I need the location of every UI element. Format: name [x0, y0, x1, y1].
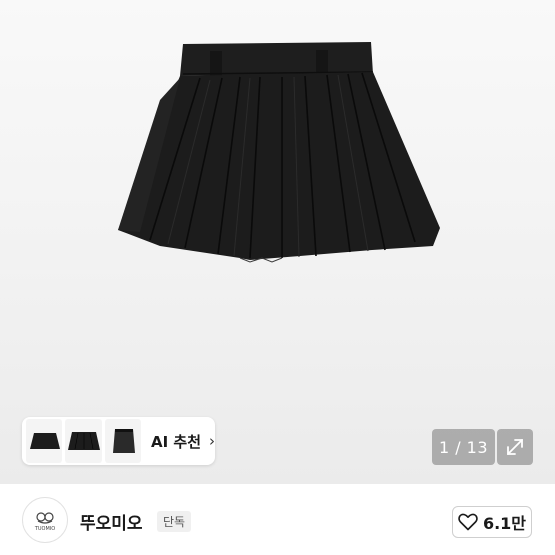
shop-logo-icon	[36, 512, 54, 524]
image-counter: 1 / 13	[432, 429, 495, 465]
shop-logo-text: TUOMIO	[34, 526, 56, 532]
shop-name[interactable]: 뚜오미오	[80, 509, 143, 534]
product-image-viewer[interactable]: AI 추천 › 1 / 13	[0, 0, 555, 484]
product-image-skirt	[118, 42, 440, 263]
thumbnail-strip: AI 추천 ›	[22, 417, 215, 465]
like-count: 6.1만	[482, 514, 527, 533]
expand-button[interactable]	[497, 429, 533, 465]
like-button[interactable]: 6.1만	[452, 506, 532, 538]
shop-bar: TUOMIO 뚜오미오 단독 6.1만	[0, 484, 555, 555]
heart-icon	[458, 513, 478, 531]
thumbnail-1[interactable]	[26, 419, 63, 463]
expand-icon	[507, 439, 523, 455]
ai-recommend-button[interactable]: AI 추천 ›	[151, 431, 215, 452]
exclusive-badge: 단독	[157, 511, 192, 532]
chevron-right-icon: ›	[209, 432, 215, 450]
ai-recommend-label: AI 추천	[150, 432, 201, 451]
shop-avatar[interactable]: TUOMIO	[22, 497, 68, 543]
thumbnail-3[interactable]	[104, 419, 141, 463]
thumbnail-2[interactable]	[65, 419, 102, 463]
